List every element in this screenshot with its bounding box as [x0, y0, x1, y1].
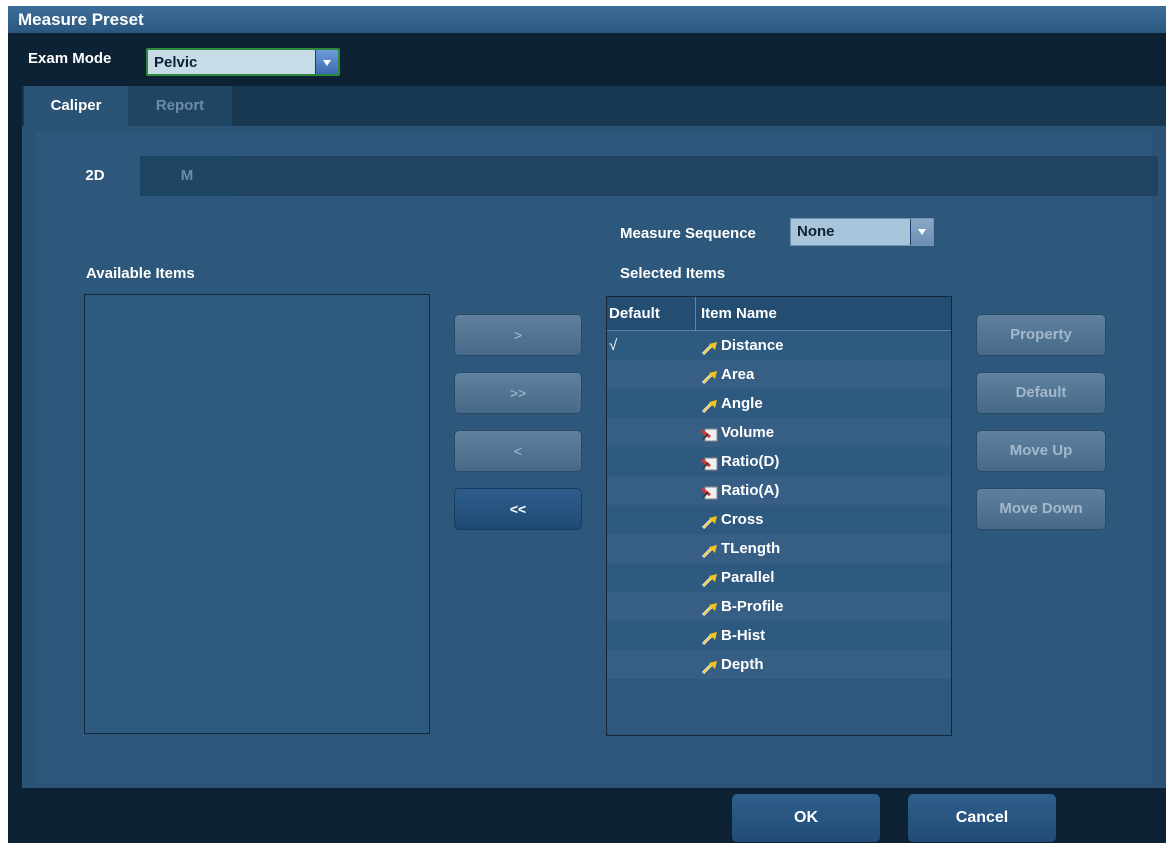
caliper-icon	[701, 540, 719, 559]
caliper-icon	[701, 511, 719, 530]
caliper-icon	[701, 627, 719, 646]
study-icon	[701, 424, 719, 442]
add-all-button[interactable]: >>	[454, 372, 582, 414]
measure-sequence-label: Measure Sequence	[620, 225, 756, 242]
default-button[interactable]: Default	[976, 372, 1106, 414]
item-name: Area	[721, 366, 755, 383]
study-icon	[701, 453, 719, 471]
table-row[interactable]: Angle	[607, 389, 951, 418]
table-row[interactable]: √ Distance	[607, 331, 951, 360]
available-items-label: Available Items	[86, 265, 195, 282]
measure-sequence-value: None	[797, 223, 835, 240]
exam-mode-label: Exam Mode	[28, 50, 112, 67]
table-row[interactable]: Parallel	[607, 563, 951, 592]
item-name: Cross	[721, 511, 764, 528]
caliper-icon	[701, 569, 719, 588]
move-down-button[interactable]: Move Down	[976, 488, 1106, 530]
item-name: Parallel	[721, 569, 775, 586]
column-item-name: Item Name	[701, 305, 777, 322]
chevron-down-icon[interactable]	[315, 50, 338, 74]
column-default: Default	[609, 305, 660, 322]
table-row[interactable]: Ratio(D)	[607, 447, 951, 476]
exam-mode-select[interactable]: Pelvic	[146, 48, 340, 76]
table-row[interactable]: Area	[607, 360, 951, 389]
caliper-icon	[701, 598, 719, 617]
caliper-icon	[701, 656, 719, 675]
settings-panel: Caliper Report 2D M Measure Sequence Non…	[22, 86, 1166, 788]
item-name: B-Profile	[721, 598, 784, 615]
item-name: Angle	[721, 395, 763, 412]
default-check[interactable]: √	[609, 331, 617, 360]
item-name: Ratio(A)	[721, 482, 780, 499]
selected-items-label: Selected Items	[620, 265, 726, 282]
add-button[interactable]: >	[454, 314, 582, 356]
chevron-down-icon[interactable]	[910, 219, 933, 245]
item-name: B-Hist	[721, 627, 766, 644]
caliper-icon	[701, 366, 719, 385]
remove-button[interactable]: <	[454, 430, 582, 472]
cancel-button[interactable]: Cancel	[908, 794, 1056, 842]
table-header: Default Item Name	[607, 297, 951, 331]
main-tabbar: Caliper Report	[22, 86, 1166, 126]
column-divider	[695, 297, 696, 330]
tab-m[interactable]: M	[142, 156, 232, 196]
item-name: TLength	[721, 540, 781, 557]
measure-sequence-select[interactable]: None	[790, 218, 934, 246]
window-title: Measure Preset	[8, 6, 1166, 33]
exam-mode-value: Pelvic	[154, 54, 198, 71]
ok-button[interactable]: OK	[732, 794, 880, 842]
property-button[interactable]: Property	[976, 314, 1106, 356]
selected-items-table[interactable]: Default Item Name √ Distance Area Angle Volu…	[606, 296, 952, 736]
table-row[interactable]: Cross	[607, 505, 951, 534]
item-name: Ratio(D)	[721, 453, 780, 470]
table-row[interactable]: TLength	[607, 534, 951, 563]
tab-caliper[interactable]: Caliper	[24, 86, 128, 126]
caliper-icon	[701, 337, 719, 356]
study-icon	[701, 482, 719, 500]
move-up-button[interactable]: Move Up	[976, 430, 1106, 472]
item-name: Depth	[721, 656, 764, 673]
tab-report[interactable]: Report	[128, 86, 232, 126]
item-name: Volume	[721, 424, 775, 441]
measure-preset-window: Measure Preset Exam Mode Pelvic Caliper …	[8, 6, 1166, 843]
caliper-icon	[701, 395, 719, 414]
table-row[interactable]: Depth	[607, 650, 951, 679]
table-row[interactable]: B-Profile	[607, 592, 951, 621]
remove-all-button[interactable]: <<	[454, 488, 582, 530]
caliper-content: 2D M Measure Sequence None Available Ite…	[36, 132, 1158, 784]
mode-tabbar: 2D M	[50, 156, 1158, 196]
item-name: Distance	[721, 337, 784, 354]
tab-2d[interactable]: 2D	[50, 156, 140, 196]
table-row[interactable]: Volume	[607, 418, 951, 447]
table-row[interactable]: B-Hist	[607, 621, 951, 650]
table-row[interactable]: Ratio(A)	[607, 476, 951, 505]
available-items-list[interactable]	[84, 294, 430, 734]
